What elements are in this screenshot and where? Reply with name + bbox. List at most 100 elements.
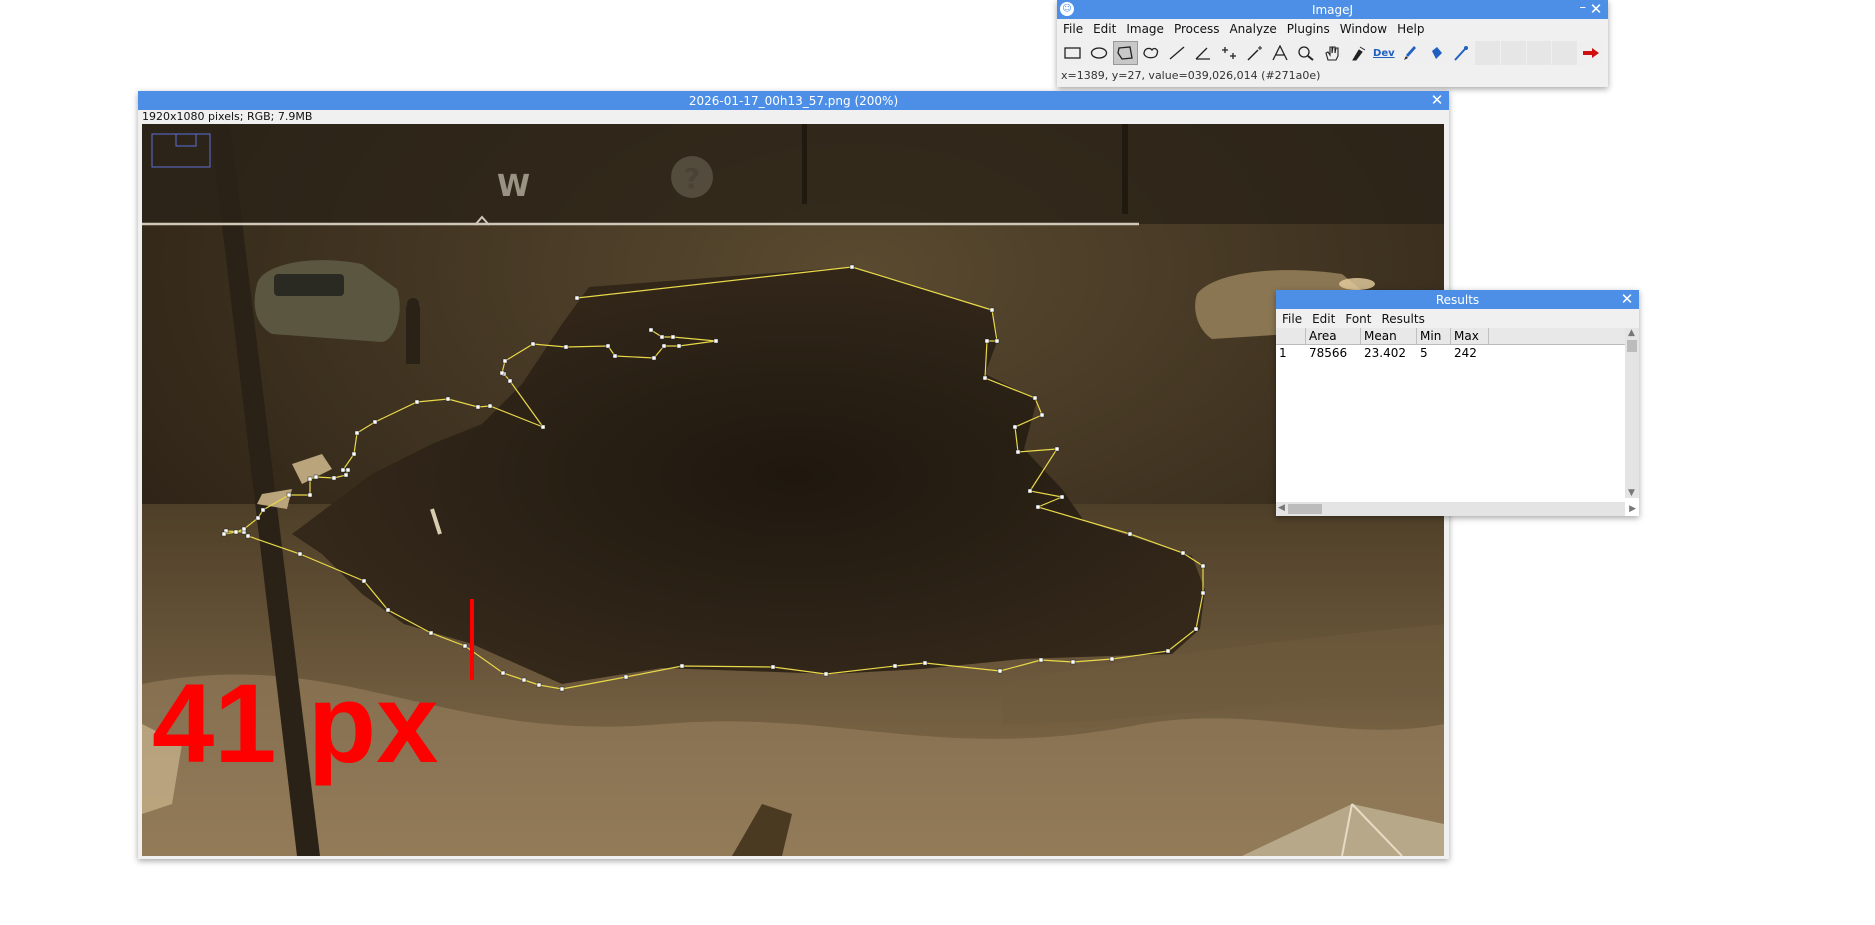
vertical-scroll-thumb[interactable] [1627, 340, 1637, 352]
roi-vertex-handle[interactable] [313, 474, 319, 480]
roi-vertex-handle[interactable] [331, 475, 337, 481]
results-menu-results[interactable]: Results [1381, 312, 1424, 326]
roi-vertex-handle[interactable] [676, 343, 682, 349]
menu-plugins[interactable]: Plugins [1287, 22, 1330, 36]
roi-vertex-handle[interactable] [559, 686, 565, 692]
roi-vertex-handle[interactable] [241, 526, 247, 532]
roi-vertex-handle[interactable] [1127, 531, 1133, 537]
roi-vertex-handle[interactable] [892, 663, 898, 669]
col-header-area[interactable]: Area [1306, 328, 1361, 344]
polygon-tool-icon[interactable] [1112, 41, 1138, 65]
results-table[interactable]: Area Mean Min Max 1 78566 23.402 5 242 [1276, 328, 1639, 361]
results-menu-file[interactable]: File [1282, 312, 1302, 326]
scroll-right-icon[interactable]: ▶ [1629, 504, 1636, 514]
roi-vertex-handle[interactable] [1012, 424, 1018, 430]
col-header-min[interactable]: Min [1417, 328, 1451, 344]
roi-vertex-handle[interactable] [1015, 449, 1021, 455]
roi-vertex-handle[interactable] [507, 378, 513, 384]
rectangle-tool-icon[interactable] [1061, 41, 1086, 65]
roi-vertex-handle[interactable] [286, 492, 292, 498]
color-picker-icon[interactable] [1345, 41, 1371, 65]
vertical-scrollbar[interactable]: ▲ ▼ [1625, 328, 1639, 498]
roi-vertex-handle[interactable] [612, 353, 618, 359]
roi-vertex-handle[interactable] [1035, 504, 1041, 510]
roi-vertex-handle[interactable] [605, 343, 611, 349]
roi-vertex-handle[interactable] [623, 674, 629, 680]
roi-vertex-handle[interactable] [1032, 395, 1038, 401]
roi-vertex-handle[interactable] [994, 338, 1000, 344]
roi-vertex-handle[interactable] [297, 551, 303, 557]
roi-vertex-handle[interactable] [354, 430, 360, 436]
roi-vertex-handle[interactable] [1059, 494, 1065, 500]
roi-vertex-handle[interactable] [462, 643, 468, 649]
pipette-tool-icon[interactable] [1448, 41, 1474, 65]
close-icon[interactable]: ✕ [1429, 92, 1445, 108]
results-menu-font[interactable]: Font [1345, 312, 1371, 326]
roi-vertex-handle[interactable] [823, 671, 829, 677]
freehand-tool-icon[interactable] [1138, 41, 1164, 65]
close-icon[interactable]: ✕ [1619, 291, 1635, 307]
roi-vertex-handle[interactable] [1039, 412, 1045, 418]
roi-vertex-handle[interactable] [1200, 563, 1206, 569]
roi-vertex-handle[interactable] [487, 403, 493, 409]
roi-vertex-handle[interactable] [670, 334, 676, 340]
roi-vertex-handle[interactable] [713, 338, 719, 344]
roi-vertex-handle[interactable] [428, 630, 434, 636]
table-row[interactable]: 1 78566 23.402 5 242 [1276, 345, 1639, 361]
roi-vertex-handle[interactable] [502, 358, 508, 364]
roi-vertex-handle[interactable] [648, 327, 654, 333]
oval-tool-icon[interactable] [1086, 41, 1112, 65]
angle-tool-icon[interactable] [1190, 41, 1216, 65]
roi-vertex-handle[interactable] [340, 467, 346, 473]
roi-vertex-handle[interactable] [475, 404, 481, 410]
menu-edit[interactable]: Edit [1093, 22, 1116, 36]
dev-tool-icon[interactable]: Dev [1371, 41, 1397, 65]
roi-vertex-handle[interactable] [233, 529, 239, 535]
roi-vertex-handle[interactable] [1027, 488, 1033, 494]
image-canvas[interactable]: W ? 41 px [142, 124, 1444, 856]
roi-vertex-handle[interactable] [536, 682, 542, 688]
roi-vertex-handle[interactable] [563, 344, 569, 350]
roi-vertex-handle[interactable] [1200, 590, 1206, 596]
roi-vertex-handle[interactable] [500, 670, 506, 676]
col-header-index[interactable] [1276, 328, 1306, 344]
roi-vertex-handle[interactable] [1165, 648, 1171, 654]
scroll-down-icon[interactable]: ▼ [1628, 488, 1635, 498]
roi-vertex-handle[interactable] [984, 338, 990, 344]
roi-vertex-handle[interactable] [343, 472, 349, 478]
roi-vertex-handle[interactable] [679, 663, 685, 669]
roi-vertex-handle[interactable] [574, 295, 580, 301]
menu-file[interactable]: File [1063, 22, 1083, 36]
menu-process[interactable]: Process [1174, 22, 1220, 36]
roi-vertex-handle[interactable] [651, 355, 657, 361]
roi-vertex-handle[interactable] [540, 424, 546, 430]
roi-vertex-handle[interactable] [770, 664, 776, 670]
roi-vertex-handle[interactable] [1193, 626, 1199, 632]
roi-vertex-handle[interactable] [245, 533, 251, 539]
roi-vertex-handle[interactable] [361, 578, 367, 584]
roi-vertex-handle[interactable] [260, 507, 266, 513]
roi-vertex-handle[interactable] [307, 476, 313, 482]
roi-vertex-handle[interactable] [345, 467, 351, 473]
roi-vertex-handle[interactable] [997, 668, 1003, 674]
roi-vertex-handle[interactable] [1070, 659, 1076, 665]
multipoint-tool-icon[interactable] [1216, 41, 1242, 65]
roi-vertex-handle[interactable] [661, 343, 667, 349]
scroll-left-icon[interactable]: ◀ [1278, 503, 1285, 513]
scroll-up-icon[interactable]: ▲ [1628, 328, 1635, 338]
roi-vertex-handle[interactable] [307, 492, 313, 498]
roi-vertex-handle[interactable] [1180, 550, 1186, 556]
roi-vertex-handle[interactable] [499, 370, 505, 376]
roi-vertex-handle[interactable] [1054, 446, 1060, 452]
roi-vertex-handle[interactable] [372, 419, 378, 425]
roi-vertex-handle[interactable] [659, 334, 665, 340]
roi-vertex-handle[interactable] [221, 531, 227, 537]
hand-tool-icon[interactable] [1319, 41, 1345, 65]
roi-vertex-handle[interactable] [530, 341, 536, 347]
roi-vertex-handle[interactable] [849, 264, 855, 270]
roi-vertex-handle[interactable] [922, 660, 928, 666]
line-tool-icon[interactable] [1164, 41, 1190, 65]
roi-vertex-handle[interactable] [351, 451, 357, 457]
roi-vertex-handle[interactable] [385, 607, 391, 613]
menu-analyze[interactable]: Analyze [1229, 22, 1276, 36]
